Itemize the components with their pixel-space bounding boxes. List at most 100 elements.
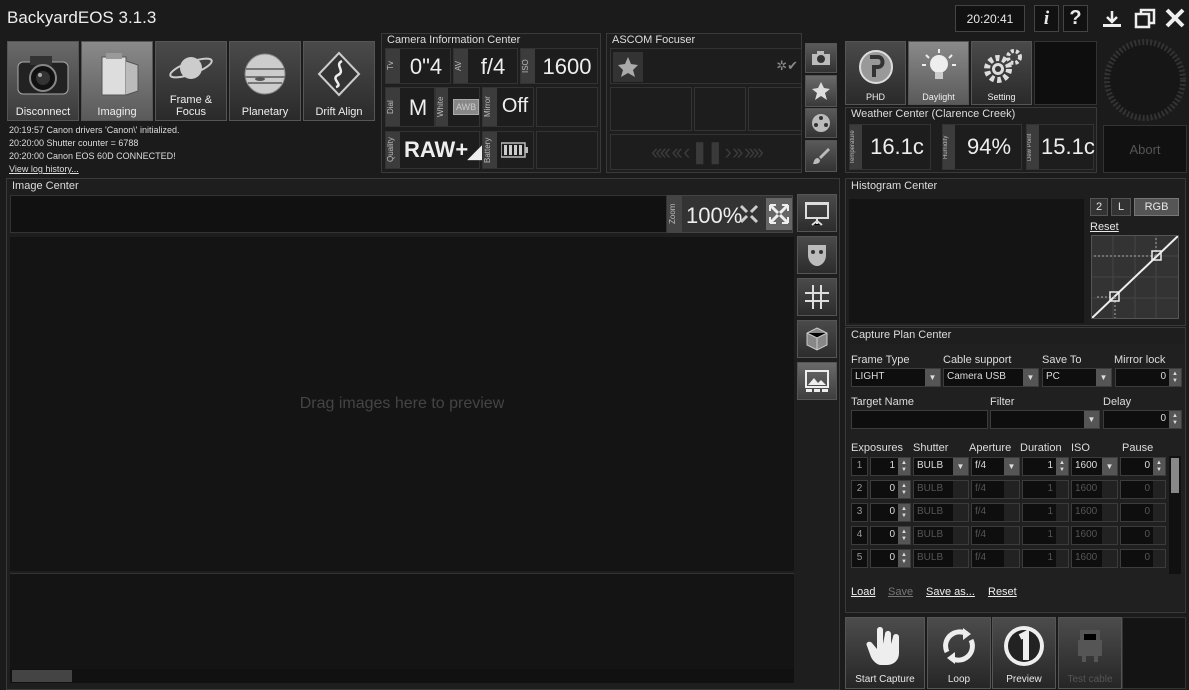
aperture-select[interactable]: f/4	[971, 549, 1020, 568]
duration-input[interactable]: 1	[1022, 480, 1069, 499]
pause-input[interactable]: 0	[1120, 503, 1166, 522]
load-link[interactable]: Load	[851, 586, 875, 598]
mirror-lock-input[interactable]: 0 ▲ ▼	[1115, 368, 1182, 387]
spinner-icon[interactable]	[1153, 504, 1165, 521]
zoom-control[interactable]: Zoom 100%	[667, 195, 793, 233]
horizontal-scrollbar[interactable]	[10, 669, 794, 683]
shutter-select[interactable]: BULB	[913, 549, 969, 568]
scrollbar-thumb[interactable]	[12, 670, 72, 682]
iso-select[interactable]: 1600	[1071, 549, 1118, 568]
minimize-icon[interactable]	[1100, 8, 1124, 30]
spinner-icon[interactable]	[1056, 481, 1068, 498]
aperture-select[interactable]: f/4	[971, 480, 1020, 499]
zoom-full-icon[interactable]	[766, 198, 792, 230]
quality-cell[interactable]: Quality RAW+◢L	[385, 131, 499, 169]
spinner-icon[interactable]: ▲ ▼	[1169, 369, 1181, 386]
histogram-2-button[interactable]: 2	[1090, 198, 1108, 216]
iso-select[interactable]: 1600	[1071, 526, 1118, 545]
iso-cell[interactable]: ISO 1600	[520, 48, 598, 84]
pause-input[interactable]: 0	[1120, 549, 1166, 568]
spinner-icon[interactable]	[1153, 527, 1165, 544]
save-as-link[interactable]: Save as...	[926, 586, 975, 598]
shutter-select[interactable]: BULB ▼	[913, 457, 969, 476]
exposures-input[interactable]: 0 ▲ ▼	[870, 549, 911, 568]
filter-select[interactable]: ▼	[990, 410, 1100, 429]
spinner-icon[interactable]: ▲ ▼	[1056, 458, 1068, 475]
restore-icon[interactable]	[1133, 7, 1157, 31]
exposures-input[interactable]: 0 ▲ ▼	[870, 526, 911, 545]
drift-align-button[interactable]: Drift Align	[303, 41, 375, 121]
tv-cell[interactable]: Tv 0"4	[385, 48, 451, 84]
shutter-select[interactable]: BULB	[913, 526, 969, 545]
settings-check-icon[interactable]: ✲✔	[776, 58, 798, 74]
iso-select[interactable]: 1600	[1071, 503, 1118, 522]
spinner-icon[interactable]	[1153, 481, 1165, 498]
loop-button[interactable]: Loop	[927, 617, 991, 689]
daylight-button[interactable]: Daylight	[908, 41, 969, 105]
spinner-icon[interactable]: ▲ ▼	[898, 458, 910, 475]
phd-button[interactable]: PHD	[845, 41, 906, 105]
pause-input[interactable]: 0	[1120, 526, 1166, 545]
shutter-select[interactable]: BULB	[913, 480, 969, 499]
target-name-input[interactable]	[851, 410, 988, 429]
image-preview-area[interactable]: Drag images here to preview	[10, 237, 794, 571]
pause-input[interactable]: 0	[1120, 480, 1166, 499]
av-cell[interactable]: AV f/4	[453, 48, 518, 84]
aperture-select[interactable]: f/4	[971, 503, 1020, 522]
cable-support-select[interactable]: Camera USB ▼	[943, 368, 1039, 387]
spinner-icon[interactable]: ▲ ▼	[898, 504, 910, 521]
mask-button[interactable]	[797, 236, 837, 274]
focuser-select[interactable]: ✲✔	[610, 48, 802, 84]
histogram-rgb-button[interactable]: RGB	[1134, 198, 1179, 216]
delay-input[interactable]: 0 ▲ ▼	[1103, 410, 1182, 429]
info-button[interactable]: i	[1034, 5, 1059, 32]
exposures-input[interactable]: 1 ▲ ▼	[870, 457, 911, 476]
help-button[interactable]: ?	[1063, 5, 1088, 32]
reset-link[interactable]: Reset	[988, 586, 1017, 598]
slideshow-button[interactable]	[797, 194, 837, 232]
shutter-select[interactable]: BULB	[913, 503, 969, 522]
frame-focus-button[interactable]: Frame & Focus	[155, 41, 227, 121]
iso-select[interactable]: 1600 ▼	[1071, 457, 1118, 476]
preview-button[interactable]: Preview	[992, 617, 1056, 689]
save-to-select[interactable]: PC ▼	[1042, 368, 1112, 387]
spinner-icon[interactable]: ▲ ▼	[898, 550, 910, 567]
image-view-button[interactable]	[797, 362, 837, 400]
exposures-input[interactable]: 0 ▲ ▼	[870, 503, 911, 522]
zoom-fit-icon[interactable]	[738, 203, 760, 225]
duration-input[interactable]: 1	[1022, 503, 1069, 522]
focuser-controls[interactable]: ‹‹‹‹ ‹‹ ‹ ❚❚ › ›› ››››	[610, 134, 802, 170]
spinner-icon[interactable]: ▲ ▼	[898, 527, 910, 544]
brush-button[interactable]	[805, 140, 837, 172]
spinner-icon[interactable]	[1056, 504, 1068, 521]
setting-button[interactable]: Setting	[971, 41, 1032, 105]
dial-cell[interactable]: Dial M	[385, 87, 435, 127]
spinner-icon[interactable]	[1056, 550, 1068, 567]
cube-button[interactable]	[797, 320, 837, 358]
scrollbar-thumb[interactable]	[1171, 458, 1179, 493]
star-button[interactable]	[805, 75, 837, 107]
aperture-select[interactable]: f/4	[971, 526, 1020, 545]
camera-snap-button[interactable]	[805, 43, 837, 73]
disconnect-button[interactable]: Disconnect	[7, 41, 79, 121]
curve-editor[interactable]	[1091, 235, 1179, 319]
close-icon[interactable]	[1164, 7, 1186, 29]
spinner-icon[interactable]: ▲ ▼	[898, 481, 910, 498]
spinner-icon[interactable]	[1153, 550, 1165, 567]
iso-select[interactable]: 1600	[1071, 480, 1118, 499]
duration-input[interactable]: 1	[1022, 526, 1069, 545]
pause-input[interactable]: 0 ▲ ▼	[1120, 457, 1166, 476]
start-capture-button[interactable]: Start Capture	[845, 617, 925, 689]
white-balance-cell[interactable]: White AWB	[435, 87, 480, 127]
spinner-icon[interactable]	[1056, 527, 1068, 544]
imaging-button[interactable]: Imaging	[81, 41, 153, 121]
frame-type-select[interactable]: LIGHT ▼	[851, 368, 941, 387]
grid-button[interactable]	[797, 278, 837, 316]
duration-input[interactable]: 1 ▲ ▼	[1022, 457, 1069, 476]
duration-input[interactable]: 1	[1022, 549, 1069, 568]
exposures-input[interactable]: 0 ▲ ▼	[870, 480, 911, 499]
histogram-reset-link[interactable]: Reset	[1090, 221, 1119, 233]
planetary-button[interactable]: Planetary	[229, 41, 301, 121]
film-reel-button[interactable]	[805, 108, 837, 138]
vertical-scrollbar[interactable]	[1169, 456, 1181, 574]
